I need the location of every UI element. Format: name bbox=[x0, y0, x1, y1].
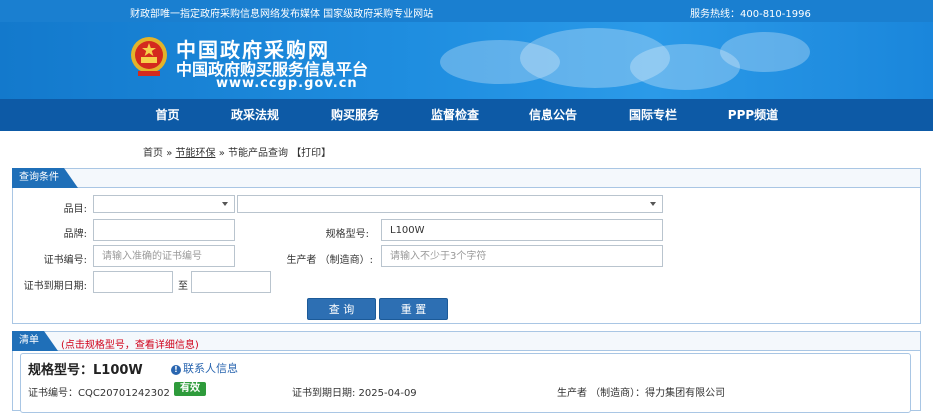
site-url: www.ccgp.gov.cn bbox=[216, 76, 358, 91]
breadcrumb: 首页 » 节能环保 » 节能产品查询 【打印】 bbox=[143, 144, 331, 159]
result-card: 规格型号：L100W ! 联系人信息 证书编号：CQC20701242302 有效… bbox=[20, 353, 911, 413]
chevron-down-icon bbox=[650, 202, 656, 206]
model-label: 规格型号: bbox=[325, 229, 369, 240]
result-manufacturer: 生产者 （制造商）：得力集团有限公司 bbox=[557, 388, 726, 399]
print-link[interactable]: 【打印】 bbox=[291, 148, 331, 159]
top-bar-slogan: 财政部唯一指定政府采购信息网络发布媒体 国家级政府采购专业网站 bbox=[130, 9, 434, 20]
breadcrumb-current: 节能产品查询 bbox=[228, 148, 288, 159]
breadcrumb-separator: » bbox=[218, 148, 225, 159]
expiry-date-to-input[interactable] bbox=[191, 271, 271, 293]
brand-input[interactable] bbox=[93, 219, 235, 241]
model-input[interactable] bbox=[381, 219, 663, 241]
breadcrumb-home[interactable]: 首页 bbox=[143, 148, 163, 159]
nav-item-purchase-services[interactable]: 购买服务 bbox=[325, 99, 385, 131]
result-expiry-date: 证书到期日期: 2025-04-09 bbox=[292, 388, 417, 399]
result-cert-number: 证书编号：CQC20701242302 bbox=[28, 388, 170, 399]
nav-item-announcements[interactable]: 信息公告 bbox=[523, 99, 583, 131]
expiry-date-from-input[interactable] bbox=[93, 271, 173, 293]
nav-item-ppp[interactable]: PPP频道 bbox=[723, 99, 783, 131]
category-label: 品目: bbox=[63, 204, 87, 215]
brand-label: 品牌: bbox=[63, 229, 87, 240]
manufacturer-input[interactable] bbox=[381, 245, 663, 267]
cert-number-input[interactable] bbox=[93, 245, 235, 267]
national-emblem-icon bbox=[131, 37, 167, 76]
reset-button[interactable]: 重 置 bbox=[379, 298, 448, 320]
site-banner: 中国政府采购网 中国政府购买服务信息平台 www.ccgp.gov.cn bbox=[0, 22, 933, 99]
query-panel-header bbox=[13, 169, 920, 188]
cloud-decoration bbox=[720, 32, 810, 72]
search-button[interactable]: 查 询 bbox=[307, 298, 376, 320]
list-hint: (点击规格型号，查看详细信息) bbox=[61, 340, 199, 351]
cert-number-label: 证书编号: bbox=[43, 255, 87, 266]
nav-item-home[interactable]: 首页 bbox=[140, 99, 195, 131]
expiry-date-label: 证书到期日期: bbox=[23, 281, 87, 292]
nav-item-regulations[interactable]: 政采法规 bbox=[225, 99, 285, 131]
status-badge: 有效 bbox=[174, 382, 206, 396]
contact-info-link[interactable]: ! 联系人信息 bbox=[171, 360, 238, 376]
contact-info-label: 联系人信息 bbox=[183, 362, 238, 375]
breadcrumb-separator: » bbox=[166, 148, 173, 159]
category-select-primary[interactable] bbox=[93, 195, 235, 213]
service-hotline: 服务热线：400-810-1996 bbox=[690, 9, 811, 20]
main-nav: 首页 政采法规 购买服务 监督检查 信息公告 国际专栏 PPP频道 bbox=[0, 99, 933, 131]
breadcrumb-section[interactable]: 节能环保 bbox=[176, 148, 216, 159]
category-select-secondary[interactable] bbox=[237, 195, 663, 213]
nav-item-international[interactable]: 国际专栏 bbox=[623, 99, 683, 131]
nav-item-supervision[interactable]: 监督检查 bbox=[425, 99, 485, 131]
query-panel-tab: 查询条件 bbox=[12, 168, 78, 188]
query-panel: 查询条件 品目: 品牌: 规格型号: 证书编号: 生产者 （制造商）: 证书到期… bbox=[12, 168, 921, 324]
top-bar: 财政部唯一指定政府采购信息网络发布媒体 国家级政府采购专业网站 服务热线：400… bbox=[0, 0, 933, 22]
result-model-title[interactable]: 规格型号：L100W bbox=[28, 359, 143, 378]
info-icon: ! bbox=[171, 365, 181, 375]
manufacturer-label: 生产者 （制造商）: bbox=[286, 255, 373, 266]
date-range-separator: 至 bbox=[178, 281, 188, 292]
chevron-down-icon bbox=[222, 202, 228, 206]
list-panel-tab: 清单 bbox=[12, 331, 58, 351]
